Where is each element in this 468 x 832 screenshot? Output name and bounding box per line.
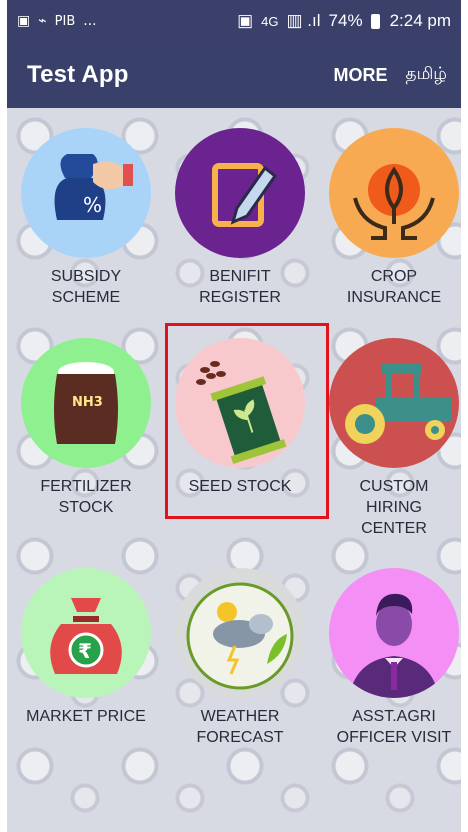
custom-label-line3: CENTER (361, 520, 427, 537)
weather-forecast-tile[interactable]: WEATHER FORECAST (175, 568, 305, 748)
status-time: 2:24 pm (389, 11, 451, 30)
battery-icon (370, 13, 380, 29)
language-button[interactable]: தமிழ் (406, 64, 448, 86)
custom-label-line2: HIRING (365, 499, 422, 516)
subsidy-scheme-label: SUBSIDY SCHEME (51, 266, 121, 308)
weather-forecast-label: WEATHER FORECAST (196, 706, 283, 748)
fertilizer-label-line2: STOCK (58, 499, 114, 516)
officer-icon (329, 568, 459, 698)
benefit-label-line2: REGISTER (199, 289, 281, 306)
svg-text:NH3: NH3 (72, 395, 103, 410)
battery-percent: 74% (328, 11, 363, 30)
market-price-label: MARKET PRICE (26, 706, 146, 727)
weather-label-line2: FORECAST (196, 729, 284, 746)
app-bar: Test App MORE தமிழ் (7, 42, 461, 108)
crop-label-line2: INSURANCE (346, 289, 442, 306)
money-bag-hand-icon: % (21, 128, 151, 258)
tractor-icon (329, 338, 459, 468)
weather-icon (175, 568, 305, 698)
custom-label-line1: CUSTOM (359, 478, 429, 495)
signal-icon: ▥ .ıl (286, 11, 321, 30)
status-dots: ... (83, 13, 97, 29)
selection-highlight-box (165, 323, 329, 519)
rupee-bag-icon: ₹ (21, 568, 151, 698)
network-type: 4G (261, 13, 279, 29)
officer-label-line2: OFFICER VISIT (336, 729, 452, 746)
benefit-register-label: BENIFIT REGISTER (199, 266, 281, 308)
subsidy-scheme-tile[interactable]: % SUBSIDY SCHEME (21, 128, 151, 308)
crop-insurance-tile[interactable]: CROP INSURANCE (329, 128, 459, 308)
market-price-tile[interactable]: ₹ MARKET PRICE (21, 568, 151, 727)
status-left: ▣ ⌁ PIB ... (17, 13, 97, 29)
phone-screen: ▣ ⌁ PIB ... ▣ 4G ▥ .ıl 74% 2:24 pm Test … (7, 0, 461, 832)
officer-visit-tile[interactable]: ASST.AGRI OFFICER VISIT (329, 568, 459, 748)
image-icon: ▣ (17, 13, 31, 29)
subsidy-label-line2: SCHEME (51, 289, 121, 306)
app-title: Test App (27, 61, 129, 88)
status-bar: ▣ ⌁ PIB ... ▣ 4G ▥ .ıl 74% 2:24 pm (7, 0, 461, 42)
fertilizer-label-line1: FERTILIZER (40, 478, 132, 495)
pencil-document-icon (175, 128, 305, 258)
hands-plant-icon (329, 128, 459, 258)
weather-label-line1: WEATHER (200, 708, 280, 725)
fertilizer-stock-tile[interactable]: NH3 FERTILIZER STOCK (21, 338, 151, 518)
fertilizer-stock-label: FERTILIZER STOCK (40, 476, 131, 518)
cast-icon: ⌁ (38, 13, 47, 29)
benefit-label-line1: BENIFIT (209, 268, 271, 285)
crop-label-line1: CROP (370, 268, 418, 285)
pib-text: PIB (54, 13, 76, 29)
officer-label-line1: ASST.AGRI (352, 708, 436, 725)
app-actions: MORE தமிழ் (334, 64, 448, 86)
crop-insurance-label: CROP INSURANCE (347, 266, 441, 308)
officer-visit-label: ASST.AGRI OFFICER VISIT (337, 706, 452, 748)
benefit-register-tile[interactable]: BENIFIT REGISTER (175, 128, 305, 308)
status-right: ▣ 4G ▥ .ıl 74% 2:24 pm (237, 11, 451, 31)
more-button[interactable]: MORE (334, 65, 388, 86)
notification-icon: ▣ (237, 11, 254, 30)
custom-hiring-label: CUSTOM HIRING CENTER (359, 476, 428, 539)
fertilizer-sack-icon: NH3 (21, 338, 151, 468)
custom-hiring-center-tile[interactable]: CUSTOM HIRING CENTER (329, 338, 459, 539)
svg-text:%: % (83, 193, 102, 217)
svg-text:₹: ₹ (78, 639, 92, 663)
subsidy-label-line1: SUBSIDY (50, 268, 122, 285)
market-label-line1: MARKET PRICE (26, 708, 146, 725)
